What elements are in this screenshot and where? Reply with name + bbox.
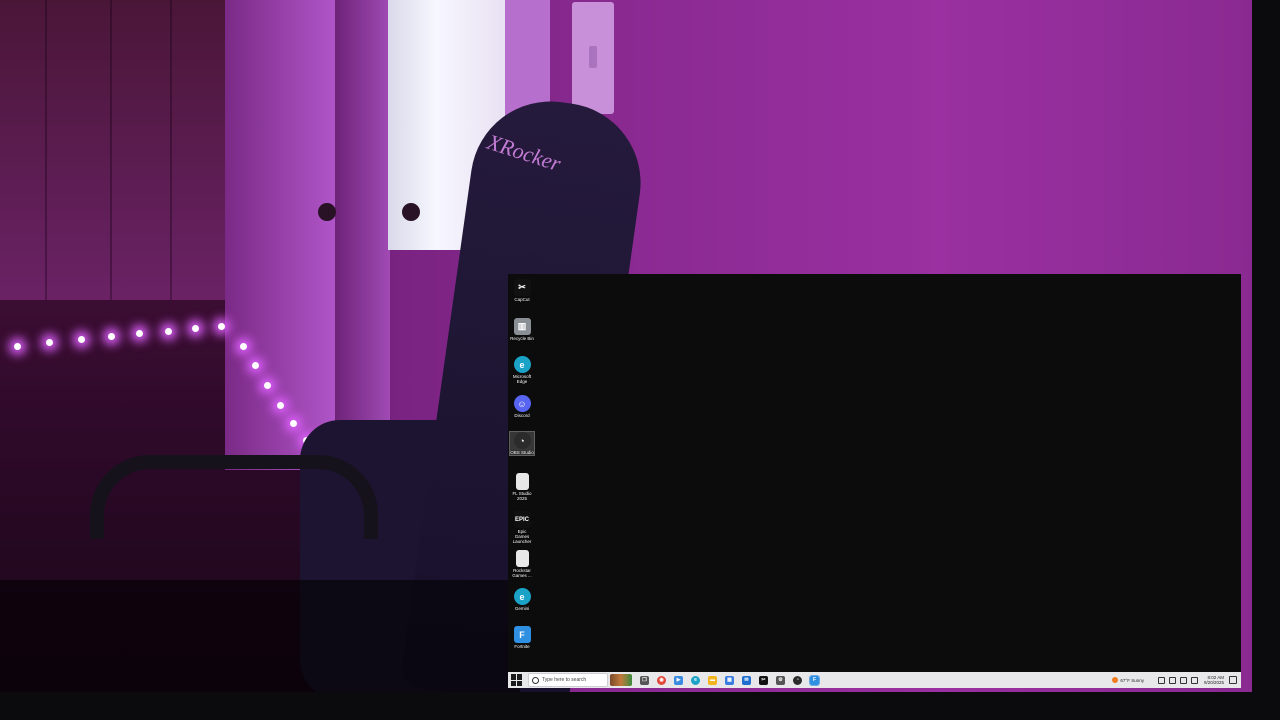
led-light (136, 330, 143, 337)
edge-icon: e (513, 356, 531, 373)
edge-icon[interactable]: e (691, 675, 700, 685)
door-frame (225, 0, 335, 470)
file-icon (515, 473, 529, 490)
discord-icon: ☺ (513, 395, 531, 412)
chrome-icon[interactable]: ◉ (657, 675, 666, 685)
led-light (290, 420, 297, 427)
network-icon[interactable] (1179, 676, 1187, 684)
panel-line (110, 0, 112, 300)
volume-icon[interactable] (1190, 676, 1198, 684)
desktop-icon-fortnite[interactable]: F Fortnite (510, 626, 534, 649)
wood-panel-wall (0, 0, 225, 300)
led-light (240, 343, 247, 350)
desktop-icon-label: OBS Studio (510, 450, 534, 455)
weather-text[interactable]: 67°F Sunny (1120, 678, 1144, 683)
led-light (264, 382, 271, 389)
taskbar-clock[interactable]: 8:02 AM 9/20/2025 (1204, 675, 1224, 685)
desktop-icon-label: FL Studio 2025 (512, 491, 532, 501)
door (335, 0, 390, 470)
store-icon[interactable]: ▦ (725, 675, 734, 685)
desktop-icon-epic-games[interactable]: EPIC Epic Games Launcher (510, 511, 534, 544)
settings-icon[interactable]: ⚙ (776, 675, 785, 685)
desktop-icon-label: CapCut (514, 297, 530, 302)
panel-line (45, 0, 47, 300)
meet-icon[interactable]: ▶ (674, 675, 683, 685)
door-knob (318, 203, 336, 221)
search-highlight-image[interactable] (610, 674, 632, 686)
desktop-icon-microsoft-edge[interactable]: e Microsoft Edge (510, 356, 534, 384)
system-tray: 67°F Sunny 8:02 AM 9/20/2025 (1112, 675, 1241, 685)
desktop-icon-capcut[interactable]: ✂ CapCut (510, 279, 534, 302)
desktop-icon-label: Fortnite (514, 644, 530, 649)
desktop-icon-discord[interactable]: ☺ Discord (510, 395, 534, 418)
floor-shadow (0, 580, 520, 692)
led-light (78, 336, 85, 343)
desktop-icon-label: Microsoft Edge (512, 374, 532, 384)
obs-icon: ◔ (513, 432, 531, 449)
file-explorer-icon[interactable]: ▬ (708, 675, 717, 685)
led-light (165, 328, 172, 335)
desktop-icon-label: Rockstar Games ... (512, 568, 532, 578)
task-view-icon[interactable]: ❐ (640, 675, 649, 685)
chair-armrest (90, 455, 378, 539)
edge-icon: e (513, 588, 531, 605)
windows-logo-icon (511, 674, 516, 680)
taskbar: Type here to search ❐ ◉ ▶ e ▬ ▦ ✉ ✂ ⚙ ◔ … (508, 672, 1241, 688)
capcut-icon[interactable]: ✂ (759, 675, 768, 685)
desktop-icon-label: Recycle Bin (510, 336, 534, 341)
chevron-up-icon[interactable] (1157, 676, 1165, 684)
weather-sun-icon (1112, 677, 1119, 683)
outlook-icon[interactable]: ✉ (742, 675, 751, 685)
desktop-icon-label: Discord (514, 413, 530, 418)
capcut-icon: ✂ (513, 279, 531, 296)
search-placeholder: Type here to search (542, 677, 587, 683)
taskbar-search-box[interactable]: Type here to search (528, 673, 608, 687)
desktop: ✂ CapCut ▥ Recycle Bin e Microsoft Edge … (508, 274, 1241, 672)
recycle-bin-icon: ▥ (513, 318, 531, 335)
fortnite-icon: F (513, 626, 531, 643)
door-knob (402, 203, 420, 221)
led-light (108, 333, 115, 340)
search-icon (532, 676, 539, 684)
led-light (46, 339, 53, 346)
led-light (252, 362, 259, 369)
panel-line (170, 0, 172, 300)
fortnite-icon[interactable]: F (809, 674, 820, 686)
desktop-icon-gemini[interactable]: e Gemini (510, 588, 534, 611)
led-light (218, 323, 225, 330)
screen-capture: ✂ CapCut ▥ Recycle Bin e Microsoft Edge … (508, 274, 1241, 688)
led-light (277, 402, 284, 409)
desktop-icon-label: Gemini (514, 606, 530, 611)
light-switch-toggle (589, 46, 597, 68)
notification-icon[interactable] (1229, 676, 1237, 684)
epic-games-icon: EPIC (513, 511, 531, 528)
led-light (14, 343, 21, 350)
battery-icon[interactable] (1168, 676, 1176, 684)
desktop-icon-recycle-bin[interactable]: ▥ Recycle Bin (510, 318, 534, 341)
desktop-icon-obs-studio[interactable]: ◔ OBS Studio (509, 431, 535, 456)
desktop-icon-fl-studio[interactable]: FL Studio 2025 (510, 473, 534, 501)
obs-icon[interactable]: ◔ (793, 675, 802, 685)
desktop-icon-rockstar-games[interactable]: Rockstar Games ... (510, 550, 534, 578)
led-light (192, 325, 199, 332)
start-button[interactable] (511, 674, 523, 686)
file-icon (515, 550, 529, 567)
clock-date: 9/20/2025 (1203, 680, 1224, 685)
desktop-icon-label: Epic Games Launcher (512, 529, 532, 544)
